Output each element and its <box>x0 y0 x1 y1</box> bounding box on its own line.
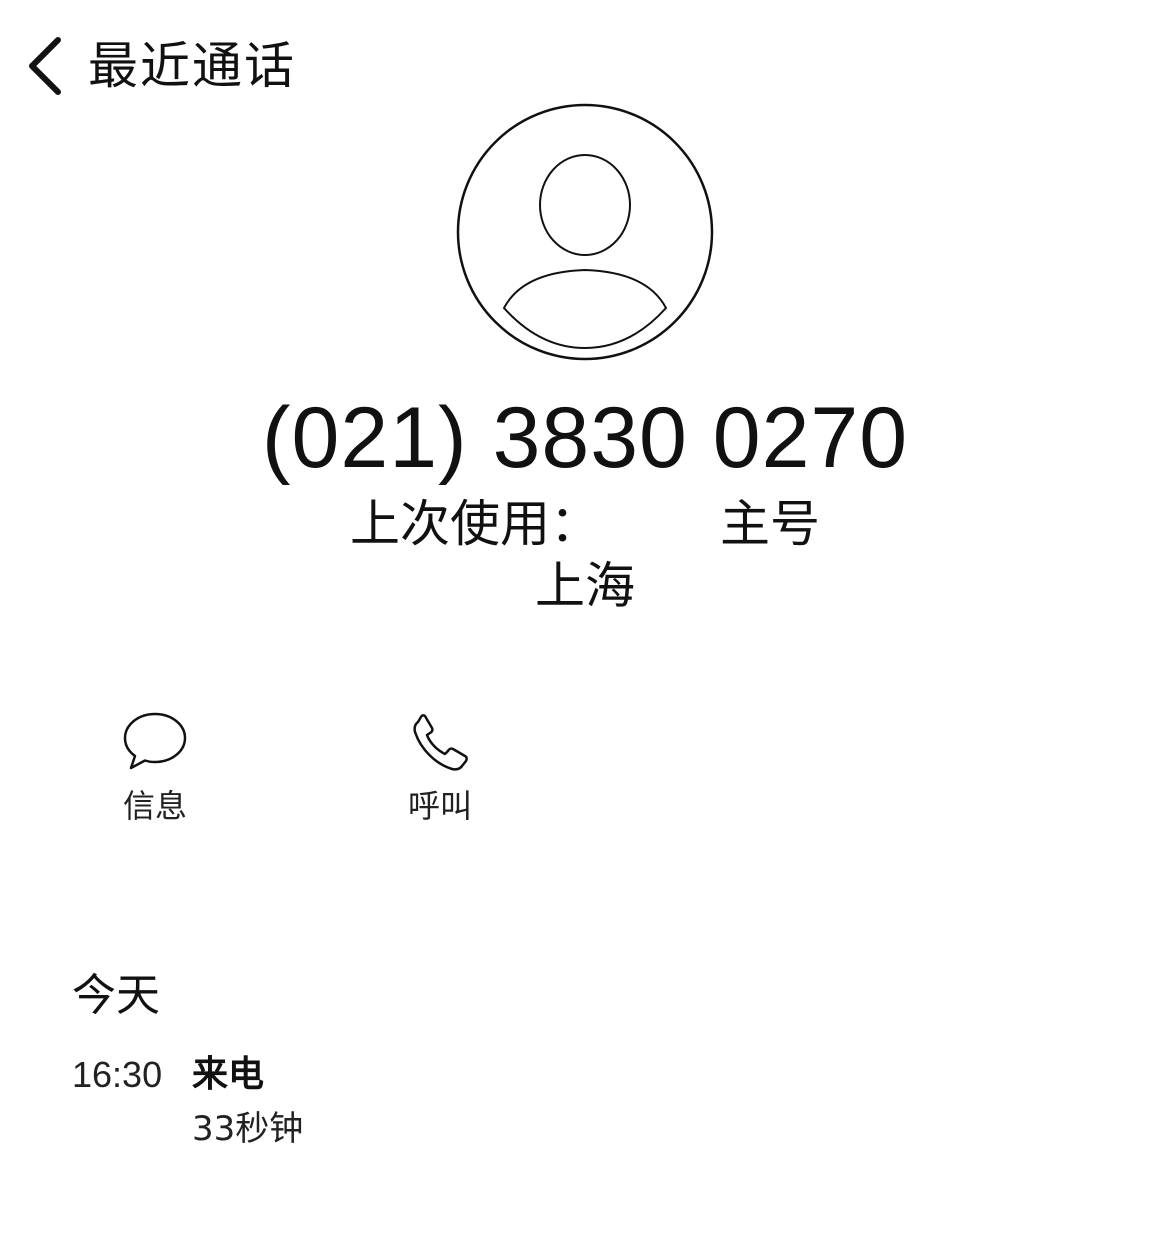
action-button-4-disabled[interactable] <box>935 708 1095 838</box>
caller-location: 上海 <box>535 557 635 615</box>
call-type: 来电 <box>192 1054 265 1095</box>
back-label: 最近通话 <box>88 37 296 95</box>
last-used-line: 上次使用： 主号 <box>0 492 1170 556</box>
message-button[interactable]: 信息 <box>75 708 235 838</box>
action-bar: 信息 呼叫 <box>0 708 1170 848</box>
avatar-placeholder-icon <box>456 103 714 361</box>
message-bubble-icon <box>123 712 187 770</box>
action-button-3-disabled[interactable] <box>650 708 810 838</box>
phone-icon <box>413 714 468 771</box>
message-label: 信息 <box>122 787 187 825</box>
call-button[interactable]: 呼叫 <box>360 708 520 838</box>
call-history-entry: 16:30 来电 33秒钟 <box>72 1050 1072 1160</box>
last-used-prefix: 上次使用： <box>350 495 600 553</box>
line-name: 主号 <box>720 495 820 553</box>
phone-number: (021) 3830 0270 <box>261 390 909 486</box>
call-time: 16:30 <box>72 1054 163 1095</box>
call-label: 呼叫 <box>407 787 472 825</box>
chevron-left-icon <box>29 37 61 95</box>
call-duration: 33秒钟 <box>192 1109 304 1149</box>
history-section-title: 今天 <box>72 970 160 1021</box>
back-button[interactable]: 最近通话 <box>22 30 296 102</box>
